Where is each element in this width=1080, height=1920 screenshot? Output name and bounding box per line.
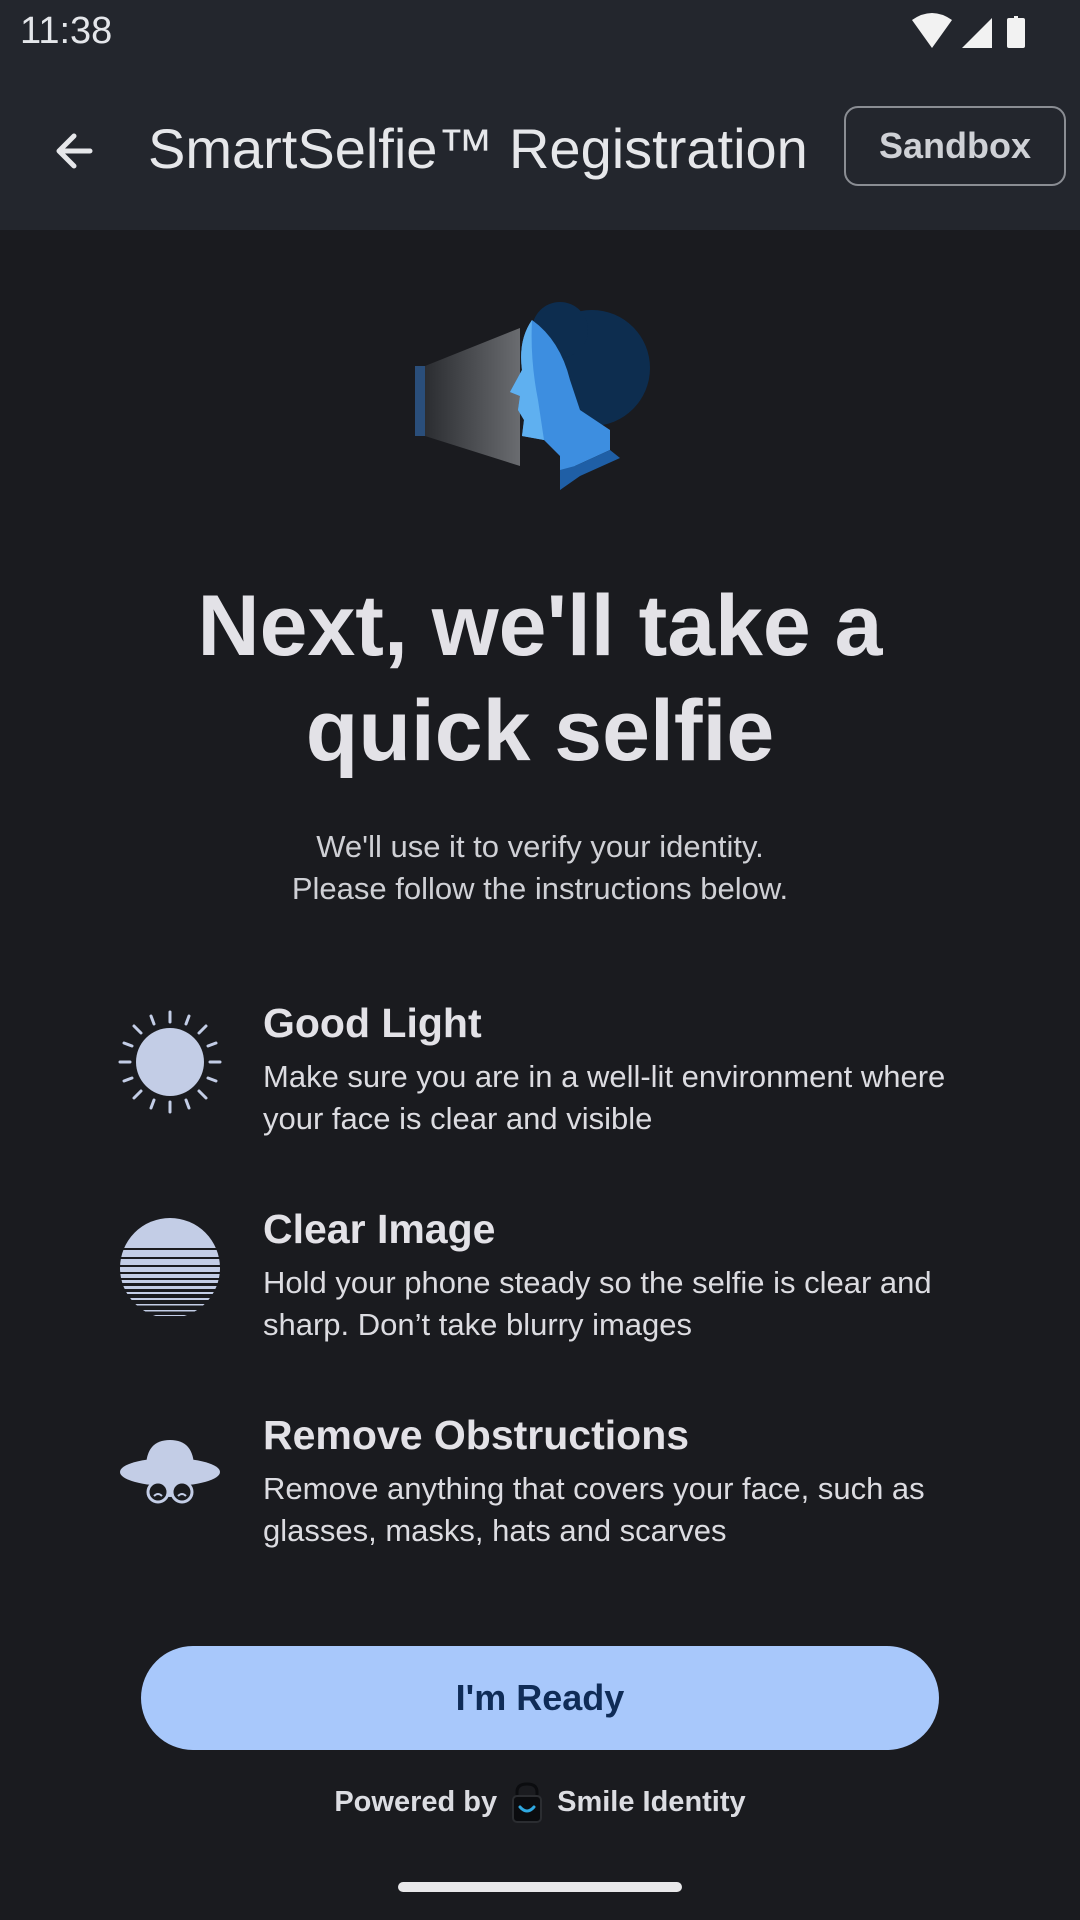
tip-title: Remove Obstructions xyxy=(263,1412,690,1458)
powered-by-footer: Powered by Smile Identity xyxy=(0,1780,1080,1824)
tip-description: Remove anything that covers your face, s… xyxy=(263,1471,925,1548)
status-time: 11:38 xyxy=(20,10,113,52)
powered-by-label: Powered by xyxy=(334,1785,498,1818)
page-title: SmartSelfie™ Registration xyxy=(148,117,808,180)
back-button[interactable] xyxy=(42,119,106,183)
tip-description: Hold your phone steady so the selfie is … xyxy=(263,1265,932,1342)
tip-description: Make sure you are in a well-lit environm… xyxy=(263,1059,946,1136)
signal-icon xyxy=(962,18,992,48)
tip-clear-image: Clear Image Hold your phone steady so th… xyxy=(118,1206,978,1356)
subtitle: We'll use it to verify your identity. Pl… xyxy=(140,826,940,910)
battery-icon xyxy=(1007,16,1025,48)
app-bar: SmartSelfie™ Registration Sandbox xyxy=(0,64,1080,230)
status-bar: 11:38 xyxy=(0,0,1080,64)
tip-remove-obstructions: Remove Obstructions Remove anything that… xyxy=(118,1412,978,1562)
tip-title: Good Light xyxy=(263,1000,482,1046)
tip-title: Clear Image xyxy=(263,1206,496,1252)
hat-glasses-icon xyxy=(118,1422,222,1526)
arrow-back-icon xyxy=(56,133,93,169)
subtitle-line-1: We'll use it to verify your identity. xyxy=(316,829,764,864)
headline: Next, we'll take a quick selfie xyxy=(197,578,883,779)
tip-good-light: Good Light Make sure you are in a well-l… xyxy=(118,1000,978,1150)
selfie-illustration xyxy=(410,300,670,500)
blurred-circle-icon xyxy=(118,1216,222,1320)
smile-identity-logo-icon xyxy=(512,1782,543,1823)
sun-icon xyxy=(118,1010,222,1114)
subtitle-line-2: Please follow the instructions below. xyxy=(291,871,789,906)
home-indicator[interactable] xyxy=(398,1882,682,1892)
im-ready-button[interactable]: I'm Ready xyxy=(141,1646,939,1750)
brand-name: Smile Identity xyxy=(557,1785,746,1818)
sandbox-button[interactable]: Sandbox xyxy=(844,106,1066,186)
status-icons xyxy=(910,12,1080,52)
wifi-icon xyxy=(912,13,952,48)
